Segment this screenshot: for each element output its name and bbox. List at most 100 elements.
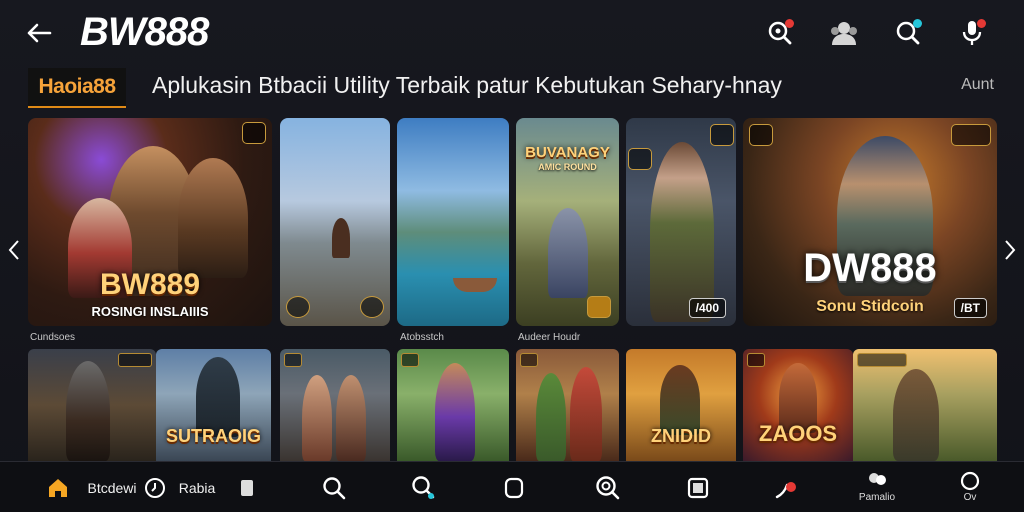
character-art	[435, 363, 475, 461]
nav-home[interactable]	[40, 462, 76, 512]
featured-card[interactable]	[280, 118, 390, 326]
tile-title: ZAOOS	[758, 421, 838, 446]
brand-logo[interactable]: Haoia88	[28, 68, 126, 108]
app-root: BW888 Haoia88 Aplukasin Btbacii Utility …	[0, 0, 1024, 512]
nav-pin[interactable]	[770, 462, 806, 512]
featured-card[interactable]	[397, 118, 509, 326]
square-icon	[241, 479, 253, 496]
nav-target-search[interactable]	[590, 462, 626, 512]
arrow-left-icon	[27, 23, 52, 43]
app-icon	[504, 477, 524, 498]
character-art	[650, 142, 714, 322]
tile-badge	[284, 353, 302, 367]
more-link[interactable]: Aunt	[961, 76, 994, 94]
section-labels: Cundsoes Atobsstch Audeer Houdr	[0, 332, 1024, 346]
home-icon	[49, 478, 67, 497]
card-title: DW888	[803, 246, 937, 290]
nav-label: Btcdewi	[87, 479, 137, 496]
character-art	[548, 208, 588, 298]
featured-card[interactable]: DW888 Sonu Stidcoin /BT	[743, 118, 997, 326]
game-tile[interactable]	[280, 349, 390, 461]
user-group-button[interactable]	[812, 14, 876, 52]
tile-badge	[747, 353, 765, 367]
carousel-prev-button[interactable]	[4, 236, 24, 264]
nav-square[interactable]	[232, 462, 262, 512]
card-subtitle: ROSINGI INSLAIIIS	[91, 304, 209, 319]
help-icon	[960, 471, 980, 490]
game-tile[interactable]	[516, 349, 619, 461]
back-button[interactable]	[24, 18, 54, 48]
card-badge	[286, 296, 310, 318]
game-tile[interactable]: SUTRAOIG	[156, 349, 271, 461]
character-art	[336, 375, 366, 461]
card-title: BW889	[99, 268, 201, 301]
top-bar: BW888	[0, 0, 1024, 64]
boat-art	[453, 278, 497, 292]
microphone-button[interactable]	[940, 14, 1004, 52]
chevron-right-icon	[1005, 240, 1016, 260]
nav-stop[interactable]	[680, 462, 716, 512]
card-subtitle: AMIC ROUND	[538, 162, 597, 172]
card-badge	[587, 296, 611, 318]
character-art	[660, 365, 700, 435]
card-badge	[749, 124, 773, 146]
stop-icon	[687, 477, 709, 498]
character-art	[178, 158, 248, 278]
character-art	[332, 218, 350, 258]
featured-carousel: BW889 ROSINGI INSLAIIIS BUVANAGY AMIC RO…	[0, 118, 1024, 328]
card-badge	[951, 124, 991, 146]
nav-profile[interactable]: Pamalio	[852, 462, 902, 512]
game-tile[interactable]	[397, 349, 509, 461]
game-tile[interactable]	[28, 349, 156, 461]
character-art	[302, 375, 332, 461]
section-label: Cundsoes	[30, 332, 76, 343]
app-title: BW888	[80, 10, 209, 54]
game-tile[interactable]: ZNIDID	[626, 349, 736, 461]
card-title: BUVANAGY	[525, 144, 610, 161]
top-icons	[748, 14, 1004, 52]
nav-app[interactable]	[496, 462, 532, 512]
nav-help[interactable]: Ov	[950, 462, 990, 512]
chevron-left-icon	[8, 240, 19, 260]
bottom-navigation: Btcdewi Rabia Pamalio Ov	[0, 461, 1024, 512]
notification-dot	[785, 19, 794, 28]
target-search-icon	[596, 475, 620, 499]
card-badge	[360, 296, 384, 318]
tile-badge	[857, 353, 907, 367]
price-chip: /400	[688, 298, 726, 318]
character-art	[893, 369, 939, 461]
notification-dot	[977, 19, 986, 28]
tile-badge	[401, 353, 419, 367]
tile-badge	[520, 353, 538, 367]
featured-card[interactable]: BUVANAGY AMIC ROUND	[516, 118, 619, 326]
tile-title: SUTRAOIG	[165, 426, 261, 446]
game-tile[interactable]	[853, 349, 997, 461]
price-chip: /BT	[953, 298, 987, 318]
user-group-icon	[831, 22, 857, 45]
notification-dot	[913, 19, 922, 28]
featured-card[interactable]: /400	[626, 118, 736, 326]
search-bug-button[interactable]	[748, 14, 812, 52]
nav-label: Rabia	[178, 479, 216, 496]
card-badge	[710, 124, 734, 146]
nav-search[interactable]	[316, 462, 352, 512]
nav-label: Ov	[963, 492, 977, 503]
nav-clock[interactable]	[140, 462, 170, 512]
section-label: Audeer Houdr	[518, 332, 581, 343]
nav-label: Pamalio	[858, 492, 896, 503]
tile-badge	[118, 353, 152, 367]
nav-item-2[interactable]: Rabia	[172, 462, 222, 512]
character-art	[66, 361, 110, 461]
carousel-next-button[interactable]	[1000, 236, 1020, 264]
featured-card[interactable]: BW889 ROSINGI INSLAIIIS	[28, 118, 272, 326]
sub-header: Haoia88 Aplukasin Btbacii Utility Terbai…	[0, 64, 1024, 110]
game-tile[interactable]: ZAOOS	[743, 349, 853, 461]
nav-search-pin[interactable]	[406, 462, 442, 512]
character-art	[536, 373, 566, 461]
nav-item-1[interactable]: Btcdewi	[84, 462, 140, 512]
search-button[interactable]	[876, 14, 940, 52]
tile-title: ZNIDID	[651, 426, 711, 446]
character-art	[196, 357, 240, 437]
clock-icon	[145, 477, 165, 498]
search-icon	[323, 476, 346, 499]
